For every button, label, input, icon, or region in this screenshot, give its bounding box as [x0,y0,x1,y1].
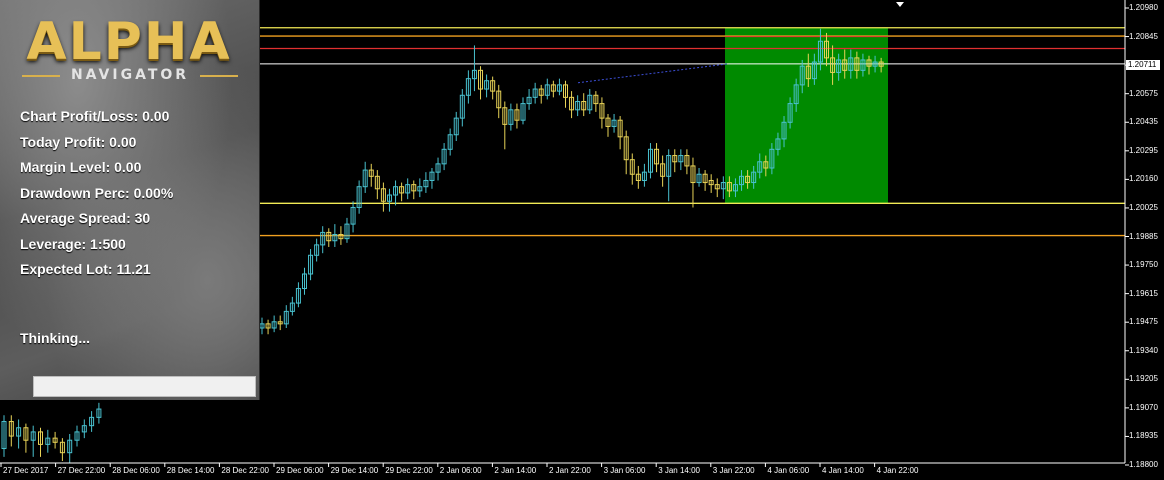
logo-subtitle-wrap: NAVIGATOR [22,66,238,84]
chart-shift-marker-icon[interactable] [896,2,904,7]
price-axis-label: 1.19205 [1129,374,1158,384]
time-axis-label: 28 Dec 14:00 [166,466,215,475]
average-spread: Average Spread: 30 [20,210,151,226]
time-axis-label: 29 Dec 14:00 [330,466,379,475]
progress-bar [33,376,256,397]
price-axis-label: 1.20025 [1129,202,1158,212]
time-axis-label: 2 Jan 14:00 [494,466,537,475]
time-axis-label: 29 Dec 06:00 [276,466,324,475]
time-axis-label: 29 Dec 22:00 [385,466,433,475]
expected-lot: Expected Lot: 11.21 [20,261,151,277]
status-text: Thinking... [20,330,90,346]
logo-title: ALPHA [26,12,232,72]
price-axis-label: 1.18935 [1129,431,1158,441]
price-axis-label: 1.20435 [1129,117,1158,127]
time-axis-label: 2 Jan 06:00 [439,466,482,475]
price-axis-label: 1.20575 [1129,88,1158,98]
leverage: Leverage: 1:500 [20,236,126,252]
price-axis-label: 1.19340 [1129,345,1158,355]
time-axis-label: 4 Jan 06:00 [767,466,810,475]
time-axis-label: 3 Jan 06:00 [603,466,646,475]
price-axis-label: 1.20845 [1129,31,1158,41]
price-axis-label: 1.19070 [1129,402,1158,412]
time-axis-label: 28 Dec 22:00 [221,466,269,475]
current-price-tag: 1.20711 [1126,60,1160,70]
time-axis-label: 2 Jan 22:00 [549,466,591,475]
drawdown-perc: Drawdown Perc: 0.00% [20,185,174,201]
price-axis-label: 1.19885 [1129,231,1158,241]
time-axis-label: 27 Dec 2017 [3,466,49,475]
time-axis-label: 4 Jan 14:00 [822,466,864,475]
time-axis-label: 28 Dec 06:00 [112,466,160,475]
price-axis-label: 1.20295 [1129,145,1158,155]
price-axis-label: 1.19475 [1129,317,1158,327]
today-profit: Today Profit: 0.00 [20,134,137,150]
logo-divider [200,75,238,77]
price-axis-label: 1.20160 [1129,174,1158,184]
time-axis-label: 4 Jan 22:00 [876,466,919,475]
price-axis-label: 1.18800 [1129,460,1158,469]
chart-profit-loss: Chart Profit/Loss: 0.00 [20,108,170,124]
margin-level: Margin Level: 0.00 [20,159,142,175]
price-axis-label: 1.20980 [1129,3,1158,12]
price-axis-label: 1.19615 [1129,288,1158,298]
time-axis-label: 27 Dec 22:00 [57,466,106,475]
alpha-navigator-panel: ALPHA NAVIGATOR Chart Profit/Loss: 0.00 … [0,0,260,400]
price-axis-label: 1.19750 [1129,260,1158,270]
time-axis-label: 3 Jan 14:00 [658,466,700,475]
time-axis-label: 3 Jan 22:00 [712,466,755,475]
